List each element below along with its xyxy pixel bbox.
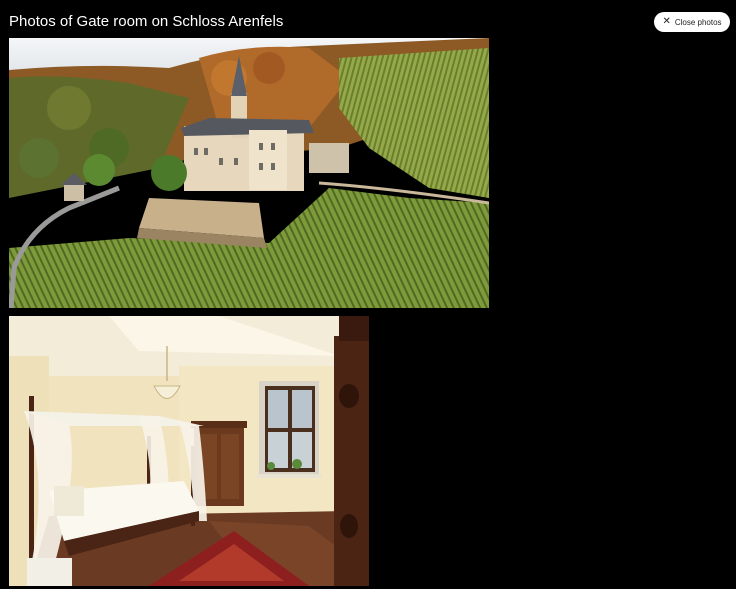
close-icon: ✕: [662, 16, 671, 27]
close-photos-label: Close photos: [674, 17, 722, 27]
bedroom-image: [9, 316, 369, 586]
close-photos-button[interactable]: ✕ Close photos: [654, 12, 730, 32]
page-title: Photos of Gate room on Schloss Arenfels: [9, 13, 284, 30]
photo-castle[interactable]: [9, 38, 489, 308]
photo-bedroom[interactable]: [9, 316, 369, 586]
castle-image: [9, 38, 489, 308]
